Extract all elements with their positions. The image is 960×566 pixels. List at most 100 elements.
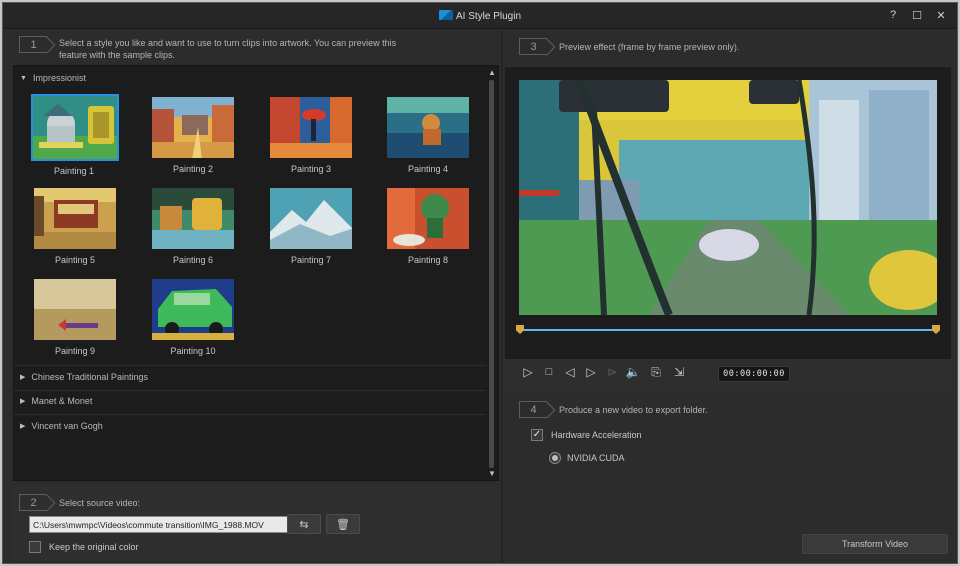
play-icon[interactable]: ▷ (520, 365, 536, 379)
timeline-end-marker[interactable] (932, 325, 940, 334)
hardware-acceleration-checkbox[interactable]: ✓ (531, 429, 543, 441)
keep-original-color-checkbox[interactable] (29, 541, 41, 553)
painting-3-image (269, 96, 353, 159)
close-button[interactable]: ✕ (935, 9, 947, 22)
source-video-section: 2 Select source video: C:\Users\mwmpc\Vi… (13, 485, 499, 561)
style-thumbnail-painting-5[interactable]: Painting 5 (32, 187, 118, 265)
style-library-panel: ▼ Impressionist Painting 1 Painting 2 Pa… (13, 65, 499, 481)
transform-video-button[interactable]: Transform Video (802, 534, 948, 554)
timecode-display: 00:00:00:00 (718, 366, 790, 382)
snapshot-icon[interactable]: ⎘ (648, 365, 664, 380)
radio-selected-dot (552, 455, 558, 461)
step-3-label: Preview effect (frame by frame preview o… (559, 42, 740, 52)
step-1-header: 1 Select a style you like and want to us… (19, 36, 396, 61)
category-vincent-van-gogh[interactable]: ▶ Vincent van Gogh (20, 421, 103, 431)
preview-video-frame (519, 80, 937, 315)
step-2-number: 2 (19, 494, 47, 511)
step-2-header: 2 Select source video: (19, 494, 140, 511)
painting-4-image (386, 96, 470, 159)
painting-10-image (151, 278, 235, 341)
step-1-number: 1 (19, 36, 47, 53)
category-label: Manet & Monet (31, 396, 93, 406)
delete-source-button[interactable]: 🗑 (326, 514, 360, 534)
category-impressionist[interactable]: ▼ Impressionist (20, 73, 86, 83)
collapsed-triangle-icon: ▶ (20, 398, 26, 405)
separator (14, 414, 488, 415)
category-label: Vincent van Gogh (31, 421, 103, 431)
painting-1-label: Painting 1 (53, 166, 95, 176)
window-controls: ? ☐ ✕ (887, 9, 947, 22)
maximize-button[interactable]: ☐ (911, 9, 923, 22)
painting-8-image (386, 187, 470, 250)
swap-icon: ⇆ (299, 518, 309, 531)
step-4-number: 4 (519, 401, 547, 418)
category-chinese-traditional-paintings[interactable]: ▶ Chinese Traditional Paintings (20, 372, 148, 382)
preview-timeline-slider[interactable] (516, 325, 940, 334)
style-thumbnail-painting-7[interactable]: Painting 7 (268, 187, 354, 265)
timeline-start-marker[interactable] (516, 325, 524, 334)
window-title-text: AI Style Plugin (455, 11, 522, 22)
painting-1-image (31, 94, 119, 161)
style-list-scrollbar[interactable]: ▲ ▼ (486, 66, 498, 480)
painting-5-image (33, 187, 117, 250)
scroll-down-icon[interactable]: ▼ (488, 469, 496, 478)
step-3-header: 3 Preview effect (frame by frame preview… (519, 38, 739, 55)
keep-original-color-option[interactable]: Keep the original color (29, 541, 139, 553)
scrollbar-thumb[interactable] (489, 80, 494, 468)
style-thumbnail-painting-4[interactable]: Painting 4 (385, 96, 471, 174)
collapsed-triangle-icon: ▶ (20, 374, 26, 381)
checkmark-icon: ✓ (532, 429, 542, 440)
painting-5-label: Painting 5 (54, 255, 96, 265)
painting-6-image (151, 187, 235, 250)
panel-divider (501, 31, 503, 563)
scroll-up-icon[interactable]: ▲ (488, 68, 496, 77)
category-manet-monet[interactable]: ▶ Manet & Monet (20, 396, 92, 406)
painting-7-image (269, 187, 353, 250)
style-thumbnail-painting-6[interactable]: Painting 6 (150, 187, 236, 265)
stop-icon[interactable]: □ (541, 366, 557, 378)
step-2-label: Select source video: (59, 498, 141, 508)
nvidia-cuda-label: NVIDIA CUDA (567, 453, 625, 463)
preview-panel (505, 67, 951, 390)
painting-7-label: Painting 7 (290, 255, 332, 265)
step-4-header: 4 Produce a new video to export folder. (519, 401, 708, 418)
painting-9-image (33, 278, 117, 341)
nvidia-cuda-radio[interactable] (549, 452, 561, 464)
collapsed-triangle-icon: ▶ (20, 423, 26, 430)
style-thumbnail-painting-8[interactable]: Painting 8 (385, 187, 471, 265)
painting-8-label: Painting 8 (407, 255, 449, 265)
replace-source-button[interactable]: ⇆ (287, 514, 321, 534)
painting-6-label: Painting 6 (172, 255, 214, 265)
trash-icon: 🗑 (336, 518, 350, 531)
style-thumbnail-painting-3[interactable]: Painting 3 (268, 96, 354, 174)
style-thumbnail-painting-2[interactable]: Painting 2 (150, 96, 236, 174)
step-1-text-line-2: feature with the sample clips. (59, 50, 176, 60)
painting-10-label: Painting 10 (170, 346, 216, 356)
separator (14, 390, 488, 391)
style-thumbnail-painting-10[interactable]: Painting 10 (150, 278, 236, 356)
title-bar: AI Style Plugin ? ☐ ✕ (3, 3, 957, 29)
painting-2-image (151, 96, 235, 159)
nvidia-cuda-option[interactable]: NVIDIA CUDA (549, 452, 625, 464)
category-label: Chinese Traditional Paintings (31, 372, 148, 382)
next-frame-icon[interactable]: ▷ (583, 365, 599, 379)
style-thumbnail-painting-1[interactable]: Painting 1 (31, 94, 119, 176)
previous-frame-icon[interactable]: ◁ (562, 365, 578, 379)
step-1-text-line-1: Select a style you like and want to use … (59, 38, 397, 48)
help-button[interactable]: ? (887, 9, 899, 22)
window-title: AI Style Plugin (3, 10, 957, 22)
style-thumbnail-painting-9[interactable]: Painting 9 (32, 278, 118, 356)
step-4-label: Produce a new video to export folder. (559, 405, 708, 415)
keep-original-color-label: Keep the original color (49, 542, 139, 552)
hardware-acceleration-option[interactable]: ✓ Hardware Acceleration (531, 429, 642, 441)
step-1-instructions: Select a style you like and want to use … (59, 36, 396, 61)
category-label: Impressionist (32, 73, 86, 83)
separator (14, 365, 488, 366)
volume-icon[interactable]: 🔈 (625, 365, 641, 379)
app-logo-icon (438, 10, 453, 20)
expanded-triangle-icon: ▼ (20, 74, 27, 82)
fast-forward-icon[interactable]: ⊳ (604, 365, 620, 379)
painting-4-label: Painting 4 (407, 164, 449, 174)
export-frame-icon[interactable]: ⇲ (671, 365, 687, 379)
source-path-field[interactable]: C:\Users\mwmpc\Videos\commute transition… (29, 516, 291, 533)
